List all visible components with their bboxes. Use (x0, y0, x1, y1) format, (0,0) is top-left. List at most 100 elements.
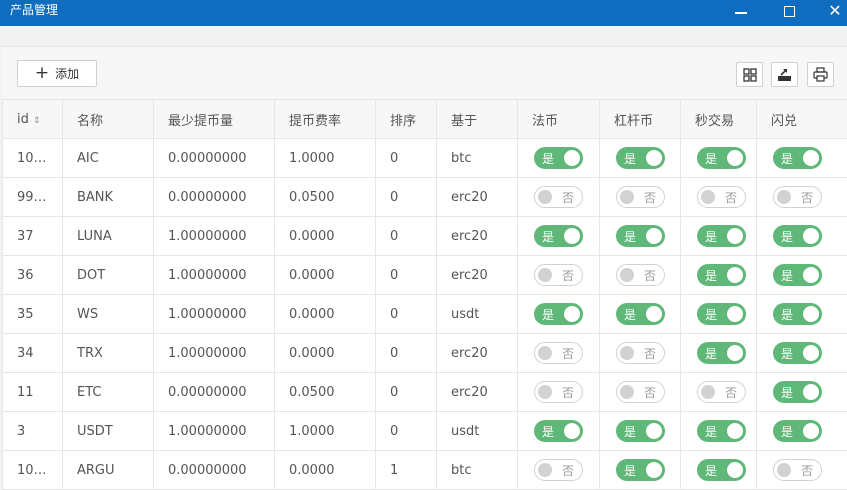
fiat-toggle[interactable]: 否 (534, 381, 583, 403)
toggle-knob (620, 385, 634, 399)
leverage-toggle[interactable]: 是 (616, 303, 665, 325)
cell-leverage: 是 (600, 295, 681, 334)
toggle-knob (538, 190, 552, 204)
toggle-label: 是 (624, 228, 636, 245)
second-toggle[interactable]: 是 (697, 225, 746, 247)
flash-toggle[interactable]: 是 (773, 264, 822, 286)
flash-toggle[interactable]: 是 (773, 303, 822, 325)
leverage-toggle[interactable]: 是 (616, 420, 665, 442)
toggle-knob (803, 423, 819, 439)
col-header-id[interactable]: id⇕ (3, 100, 63, 139)
toggle-label: 是 (542, 423, 554, 440)
cell-min-withdraw: 1.00000000 (154, 412, 275, 451)
col-header-sort: 排序 (376, 100, 437, 139)
second-toggle[interactable]: 否 (697, 186, 746, 208)
cell-id: 10… (3, 451, 63, 490)
cell-fiat: 否 (518, 178, 600, 217)
col-header-base: 基于 (437, 100, 518, 139)
cell-second: 是 (681, 334, 757, 373)
maximize-button[interactable] (776, 0, 802, 22)
fiat-toggle[interactable]: 是 (534, 303, 583, 325)
toggle-knob (646, 228, 662, 244)
toggle-label: 是 (624, 423, 636, 440)
flash-toggle[interactable]: 是 (773, 225, 822, 247)
flash-toggle[interactable]: 是 (773, 147, 822, 169)
cell-min-withdraw: 1.00000000 (154, 334, 275, 373)
print-button[interactable] (807, 62, 834, 87)
col-header-second: 秒交易 (681, 100, 757, 139)
sort-icon[interactable]: ⇕ (33, 116, 41, 126)
toggle-label: 是 (705, 267, 717, 284)
second-toggle[interactable]: 是 (697, 420, 746, 442)
toggle-knob (803, 345, 819, 361)
fiat-toggle[interactable]: 否 (534, 264, 583, 286)
col-header-fee: 提币费率 (275, 100, 376, 139)
toggle-knob (727, 423, 743, 439)
fiat-toggle[interactable]: 是 (534, 147, 583, 169)
cell-second: 否 (681, 178, 757, 217)
toggle-label: 是 (542, 150, 554, 167)
leverage-toggle[interactable]: 是 (616, 147, 665, 169)
fiat-toggle[interactable]: 否 (534, 342, 583, 364)
second-toggle[interactable]: 是 (697, 303, 746, 325)
cell-fee: 0.0500 (275, 373, 376, 412)
toggle-knob (727, 150, 743, 166)
flash-toggle[interactable]: 是 (773, 381, 822, 403)
col-header-name: 名称 (63, 100, 154, 139)
toggle-label: 否 (562, 384, 574, 401)
cell-name: TRX (63, 334, 154, 373)
second-toggle[interactable]: 否 (697, 381, 746, 403)
second-toggle[interactable]: 是 (697, 147, 746, 169)
fiat-toggle[interactable]: 否 (534, 186, 583, 208)
toggle-label: 是 (781, 306, 793, 323)
cell-flash: 是 (757, 334, 847, 373)
fiat-toggle[interactable]: 是 (534, 225, 583, 247)
cell-flash: 否 (757, 178, 847, 217)
flash-toggle[interactable]: 是 (773, 342, 822, 364)
second-toggle[interactable]: 是 (697, 264, 746, 286)
leverage-toggle[interactable]: 否 (616, 264, 665, 286)
toggle-knob (646, 150, 662, 166)
product-panel: + 添加 (2, 46, 847, 479)
toggle-knob (777, 190, 791, 204)
table-row: 10…ARGU0.000000000.00001btc否是是否 (3, 451, 847, 490)
close-button[interactable]: ✕ (822, 0, 847, 22)
toggle-label: 否 (562, 345, 574, 362)
add-button[interactable]: + 添加 (17, 60, 97, 87)
cell-base: usdt (437, 295, 518, 334)
toggle-knob (727, 462, 743, 478)
flash-toggle[interactable]: 是 (773, 420, 822, 442)
cell-name: AIC (63, 139, 154, 178)
second-toggle[interactable]: 是 (697, 342, 746, 364)
cell-leverage: 否 (600, 334, 681, 373)
minimize-icon (735, 12, 747, 14)
cell-sort: 0 (376, 373, 437, 412)
toggle-label: 是 (624, 150, 636, 167)
toggle-label: 否 (801, 189, 813, 206)
columns-filter-button[interactable] (736, 62, 763, 87)
minimize-button[interactable] (728, 0, 754, 22)
cell-sort: 0 (376, 139, 437, 178)
cell-leverage: 是 (600, 451, 681, 490)
cell-flash: 是 (757, 373, 847, 412)
leverage-toggle[interactable]: 否 (616, 186, 665, 208)
col-header-fiat: 法币 (518, 100, 600, 139)
cell-second: 是 (681, 139, 757, 178)
cell-sort: 0 (376, 295, 437, 334)
cell-base: usdt (437, 412, 518, 451)
cell-leverage: 是 (600, 412, 681, 451)
cell-base: erc20 (437, 334, 518, 373)
leverage-toggle[interactable]: 是 (616, 225, 665, 247)
col-header-leverage: 杠杆币 (600, 100, 681, 139)
leverage-toggle[interactable]: 否 (616, 381, 665, 403)
cell-leverage: 是 (600, 139, 681, 178)
cell-second: 是 (681, 295, 757, 334)
leverage-toggle[interactable]: 否 (616, 342, 665, 364)
flash-toggle[interactable]: 否 (773, 186, 822, 208)
fiat-toggle[interactable]: 是 (534, 420, 583, 442)
toggle-label: 否 (644, 345, 656, 362)
export-button[interactable] (771, 62, 798, 87)
cell-fiat: 否 (518, 451, 600, 490)
toggle-knob (646, 423, 662, 439)
toggle-label: 否 (801, 462, 813, 479)
